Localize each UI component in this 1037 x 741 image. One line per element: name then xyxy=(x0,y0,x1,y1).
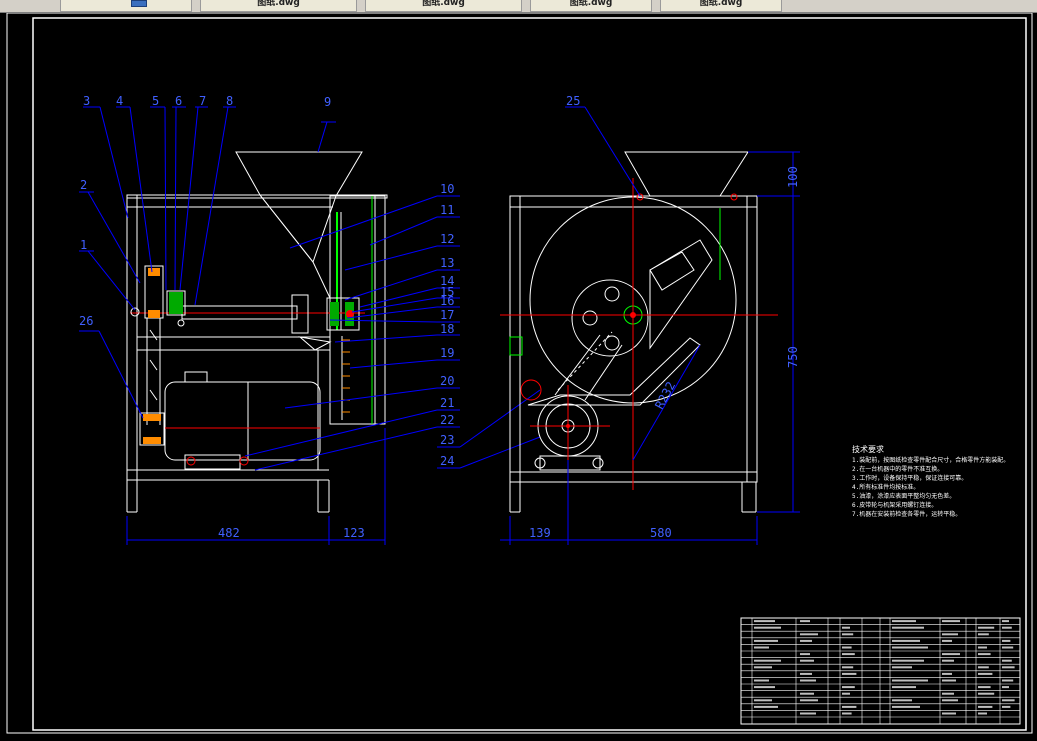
dim-100: 100 xyxy=(786,166,800,188)
balloon-2: 2 xyxy=(80,178,87,192)
drawing-frame xyxy=(32,17,1027,731)
note-line-2: 2.在一台机器中的零件不准互换。 xyxy=(852,465,943,473)
tab-drawing-2[interactable]: 图纸.dwg xyxy=(365,0,522,12)
balloon-18: 18 xyxy=(440,322,454,336)
balloon-9: 9 xyxy=(324,95,331,109)
balloon-5: 5 xyxy=(152,94,159,108)
balloon-7: 7 xyxy=(199,94,206,108)
middle-leaders xyxy=(244,195,541,471)
notes-title: 技术要求 xyxy=(852,444,884,454)
note-line-3: 3.工作时，设备保持平稳，保证连接可靠。 xyxy=(852,474,967,482)
dim-r232: R232 xyxy=(652,379,678,411)
balloon-21: 21 xyxy=(440,396,454,410)
balloon-3: 3 xyxy=(83,94,90,108)
note-line-6: 6.皮带轮与机架采用螺钉连接。 xyxy=(852,501,937,509)
balloon-10: 10 xyxy=(440,182,454,196)
balloon-13: 13 xyxy=(440,256,454,270)
balloon-17: 17 xyxy=(440,308,454,322)
dim-123: 123 xyxy=(343,526,365,540)
front-view-leaders xyxy=(79,106,336,419)
tab-drawing-4[interactable]: 图纸.dwg xyxy=(660,0,782,12)
front-view-balloons: 3 4 5 6 7 8 9 2 1 26 xyxy=(79,94,331,328)
tab-home[interactable] xyxy=(60,0,192,12)
middle-balloons: 10 11 12 13 14 15 16 17 18 19 20 21 22 2… xyxy=(440,182,454,468)
balloon-6: 6 xyxy=(175,94,182,108)
balloon-24: 24 xyxy=(440,454,454,468)
balloon-11: 11 xyxy=(440,203,454,217)
balloon-4: 4 xyxy=(116,94,123,108)
side-view-centerlines xyxy=(500,178,778,490)
balloon-26: 26 xyxy=(79,314,93,328)
cad-drawing: 3 4 5 6 7 8 9 2 1 26 10 11 12 13 14 15 1… xyxy=(6,12,1033,734)
balloon-23: 23 xyxy=(440,433,454,447)
document-tab-bar: 图纸.dwg 图纸.dwg 图纸.dwg 图纸.dwg xyxy=(0,0,1037,13)
balloon-19: 19 xyxy=(440,346,454,360)
tab-drawing-1[interactable]: 图纸.dwg xyxy=(200,0,357,12)
drawing-icon xyxy=(131,0,147,7)
parts-list-table xyxy=(740,617,1021,725)
drawing-canvas[interactable]: 3 4 5 6 7 8 9 2 1 26 10 11 12 13 14 15 1… xyxy=(0,12,1037,737)
balloon-22: 22 xyxy=(440,413,454,427)
balloon-1: 1 xyxy=(80,238,87,252)
balloon-20: 20 xyxy=(440,374,454,388)
dim-750: 750 xyxy=(786,346,800,368)
side-view-dim-text: 25 100 750 139 580 R232 xyxy=(529,94,800,540)
balloon-25: 25 xyxy=(566,94,580,108)
dim-139: 139 xyxy=(529,526,551,540)
note-line-7: 7.机器在安装前检查各零件，运转平稳。 xyxy=(852,510,961,518)
technical-notes: 技术要求 1.装配前，按图纸检查零件配合尺寸，合格零件方能装配。 2.在一台机器… xyxy=(852,444,1009,518)
tab-drawing-3[interactable]: 图纸.dwg xyxy=(530,0,652,12)
front-view-dim-text: 482 123 xyxy=(218,526,365,540)
balloon-16: 16 xyxy=(440,294,454,308)
balloon-8: 8 xyxy=(226,94,233,108)
note-line-4: 4.所有标准件均按标准。 xyxy=(852,483,919,491)
balloon-12: 12 xyxy=(440,232,454,246)
dim-482: 482 xyxy=(218,526,240,540)
note-line-5: 5.油漆，涂漆应表面平整均匀无色差。 xyxy=(852,492,955,500)
note-line-1: 1.装配前，按图纸检查零件配合尺寸，合格零件方能装配。 xyxy=(852,456,1009,464)
dim-580: 580 xyxy=(650,526,672,540)
